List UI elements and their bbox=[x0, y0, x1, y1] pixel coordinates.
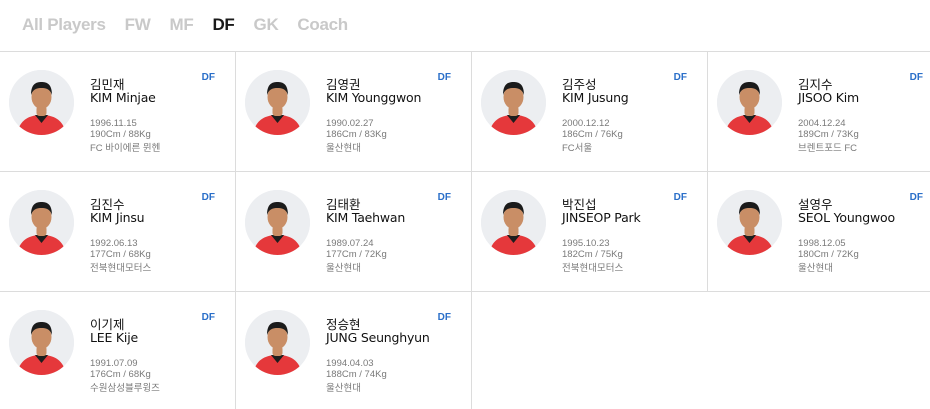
player-card[interactable]: 이기제 LEE Kije DF 1991.07.09 176Cm / 68Kg … bbox=[0, 292, 236, 409]
birth-date: 2000.12.12 bbox=[562, 118, 610, 129]
position-tabs: All Players FW MF DF GK Coach bbox=[22, 13, 367, 37]
player-name-english: JISOO Kim bbox=[798, 90, 860, 105]
position-badge: DF bbox=[909, 192, 923, 203]
club-name: 브렌트포드 FC bbox=[798, 143, 858, 154]
birth-date: 1989.07.24 bbox=[326, 238, 374, 249]
club-name: FC 바이에른 뮌헨 bbox=[90, 143, 161, 154]
player-photo bbox=[481, 70, 546, 135]
birth-date: 1992.06.13 bbox=[90, 238, 138, 249]
birth-date: 1990.02.27 bbox=[326, 118, 374, 129]
height-weight: 190Cm / 88Kg bbox=[90, 129, 151, 140]
birth-date: 1994.04.03 bbox=[326, 358, 374, 369]
birth-date: 1991.07.09 bbox=[90, 358, 138, 369]
position-badge: DF bbox=[437, 72, 451, 83]
position-badge: DF bbox=[201, 192, 215, 203]
club-name: 수원삼성블루윙즈 bbox=[90, 383, 160, 394]
tab-mf[interactable]: MF bbox=[170, 15, 194, 35]
player-name-english: JUNG Seunghyun bbox=[326, 330, 430, 345]
player-card[interactable]: 김민재 KIM Minjae DF 1996.11.15 190Cm / 88K… bbox=[0, 52, 236, 172]
tab-fw[interactable]: FW bbox=[125, 15, 151, 35]
position-badge: DF bbox=[437, 312, 451, 323]
player-card[interactable]: 김태환 KIM Taehwan DF 1989.07.24 177Cm / 72… bbox=[236, 172, 472, 292]
player-photo bbox=[9, 190, 74, 255]
player-photo bbox=[245, 70, 310, 135]
height-weight: 188Cm / 74Kg bbox=[326, 369, 387, 380]
tab-gk[interactable]: GK bbox=[254, 15, 279, 35]
player-photo bbox=[9, 70, 74, 135]
player-name-english: LEE Kije bbox=[90, 330, 138, 345]
club-name: 울산현대 bbox=[798, 263, 833, 274]
club-name: 울산현대 bbox=[326, 263, 361, 274]
player-photo bbox=[245, 190, 310, 255]
height-weight: 186Cm / 76Kg bbox=[562, 129, 623, 140]
tab-coach[interactable]: Coach bbox=[297, 15, 348, 35]
position-badge: DF bbox=[909, 72, 923, 83]
club-name: 전북현대모터스 bbox=[562, 263, 624, 274]
player-name-english: KIM Minjae bbox=[90, 90, 156, 105]
player-card[interactable]: 설영우 SEOL Youngwoo DF 1998.12.05 180Cm / … bbox=[708, 172, 930, 292]
club-name: 전북현대모터스 bbox=[90, 263, 152, 274]
club-name: FC서울 bbox=[562, 143, 593, 154]
player-photo bbox=[481, 190, 546, 255]
player-card[interactable]: 김지수 JISOO Kim DF 2004.12.24 189Cm / 73Kg… bbox=[708, 52, 930, 172]
club-name: 울산현대 bbox=[326, 383, 361, 394]
height-weight: 177Cm / 68Kg bbox=[90, 249, 151, 260]
birth-date: 1996.11.15 bbox=[90, 118, 137, 129]
position-badge: DF bbox=[673, 192, 687, 203]
player-photo bbox=[717, 190, 782, 255]
player-photo bbox=[245, 310, 310, 375]
player-name-english: KIM Jinsu bbox=[90, 210, 145, 225]
club-name: 울산현대 bbox=[326, 143, 361, 154]
player-name-english: KIM Jusung bbox=[562, 90, 629, 105]
birth-date: 1995.10.23 bbox=[562, 238, 610, 249]
position-badge: DF bbox=[437, 192, 451, 203]
player-name-english: KIM Taehwan bbox=[326, 210, 406, 225]
birth-date: 1998.12.05 bbox=[798, 238, 846, 249]
player-card[interactable]: 정승현 JUNG Seunghyun DF 1994.04.03 188Cm /… bbox=[236, 292, 472, 409]
height-weight: 180Cm / 72Kg bbox=[798, 249, 859, 260]
height-weight: 182Cm / 75Kg bbox=[562, 249, 623, 260]
player-grid: 김민재 KIM Minjae DF 1996.11.15 190Cm / 88K… bbox=[0, 51, 930, 409]
player-card[interactable]: 박진섭 JINSEOP Park DF 1995.10.23 182Cm / 7… bbox=[472, 172, 708, 292]
height-weight: 186Cm / 83Kg bbox=[326, 129, 387, 140]
player-photo bbox=[717, 70, 782, 135]
height-weight: 189Cm / 73Kg bbox=[798, 129, 859, 140]
height-weight: 176Cm / 68Kg bbox=[90, 369, 151, 380]
player-card[interactable]: 김진수 KIM Jinsu DF 1992.06.13 177Cm / 68Kg… bbox=[0, 172, 236, 292]
player-name-english: KIM Younggwon bbox=[326, 90, 422, 105]
player-name-english: JINSEOP Park bbox=[562, 210, 641, 225]
tab-all-players[interactable]: All Players bbox=[22, 15, 106, 35]
tab-df[interactable]: DF bbox=[212, 15, 234, 35]
player-card[interactable]: 김주성 KIM Jusung DF 2000.12.12 186Cm / 76K… bbox=[472, 52, 708, 172]
player-photo bbox=[9, 310, 74, 375]
player-card[interactable]: 김영권 KIM Younggwon DF 1990.02.27 186Cm / … bbox=[236, 52, 472, 172]
position-badge: DF bbox=[201, 312, 215, 323]
player-name-english: SEOL Youngwoo bbox=[798, 210, 895, 225]
height-weight: 177Cm / 72Kg bbox=[326, 249, 387, 260]
position-badge: DF bbox=[673, 72, 687, 83]
birth-date: 2004.12.24 bbox=[798, 118, 846, 129]
position-badge: DF bbox=[201, 72, 215, 83]
